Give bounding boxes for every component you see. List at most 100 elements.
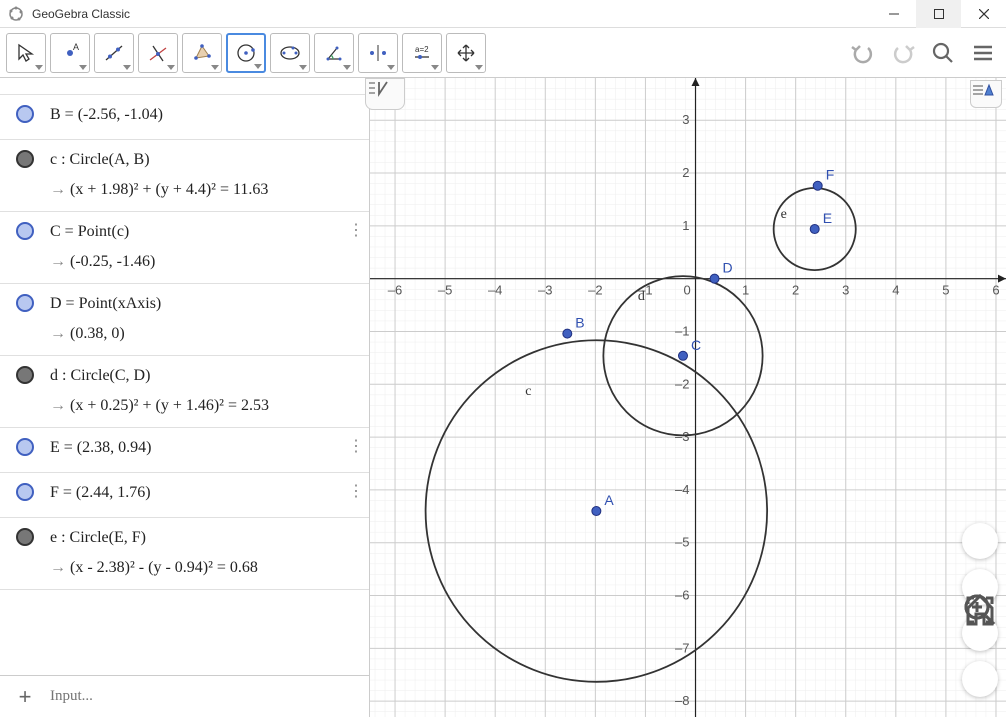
algebra-row[interactable]: e : Circle(E, F)→ (x - 2.38)² - (y - 0.9… (0, 518, 369, 590)
point-label-B: B (575, 315, 584, 331)
undo-button[interactable] (850, 40, 876, 66)
row-menu-button[interactable]: ⋮ (348, 436, 363, 456)
tool-conic[interactable] (270, 33, 310, 73)
svg-text:6: 6 (992, 283, 999, 298)
algebra-expression[interactable]: c : Circle(A, B)→ (x + 1.98)² + (y + 4.4… (50, 148, 369, 202)
circle-label-d: d (638, 289, 645, 304)
redo-button[interactable] (890, 40, 916, 66)
point-B[interactable] (563, 329, 572, 338)
graphics-style-button[interactable] (970, 80, 1002, 108)
titlebar: GeoGebra Classic (0, 0, 1006, 28)
svg-text:–7: –7 (675, 640, 689, 655)
circle-label-e: e (781, 207, 787, 222)
algebra-expression[interactable]: e : Circle(E, F)→ (x - 2.38)² - (y - 0.9… (50, 526, 369, 580)
svg-text:–2: –2 (675, 376, 689, 391)
toolbar: A a=2 (0, 28, 1006, 78)
algebra-row[interactable]: B = (-2.56, -1.04) (0, 95, 369, 140)
svg-text:–5: –5 (675, 535, 689, 550)
svg-text:–1: –1 (675, 323, 689, 338)
maximize-button[interactable] (916, 0, 961, 28)
svg-text:–3: –3 (675, 429, 689, 444)
point-E[interactable] (810, 225, 819, 234)
point-label-E: E (823, 210, 832, 226)
svg-text:a=2: a=2 (415, 45, 429, 54)
visibility-toggle[interactable] (16, 150, 34, 168)
point-label-F: F (826, 167, 835, 183)
svg-text:–6: –6 (388, 283, 402, 298)
tool-move[interactable] (6, 33, 46, 73)
app-icon (8, 6, 24, 22)
tool-reflect[interactable] (358, 33, 398, 73)
algebra-view: A = (-1.98, -4.4) B = (-2.56, -1.04) c : C… (0, 78, 370, 717)
row-menu-button[interactable]: ⋮ (348, 481, 363, 501)
visibility-toggle[interactable] (16, 528, 34, 546)
svg-text:–2: –2 (588, 283, 602, 298)
main-area: A = (-1.98, -4.4) B = (-2.56, -1.04) c : C… (0, 78, 1006, 717)
svg-text:1: 1 (742, 283, 749, 298)
app-title: GeoGebra Classic (32, 7, 871, 21)
visibility-toggle[interactable] (16, 294, 34, 312)
algebra-row[interactable]: d : Circle(C, D)→ (x + 0.25)² + (y + 1.4… (0, 356, 369, 428)
graph-canvas[interactable]: –6–5–4–3–2–10123456–8–7–6–5–4–3–2–1123cd… (370, 78, 1006, 717)
svg-text:3: 3 (682, 112, 689, 127)
algebra-expression[interactable]: A = (-1.98, -4.4) (50, 78, 369, 82)
algebra-expression[interactable]: d : Circle(C, D)→ (x + 0.25)² + (y + 1.4… (50, 364, 369, 418)
close-button[interactable] (961, 0, 1006, 28)
point-label-A: A (604, 492, 614, 508)
point-C[interactable] (678, 351, 687, 360)
algebra-expression[interactable]: C = Point(c)→ (-0.25, -1.46) (50, 220, 369, 274)
graphics-side-tools (962, 523, 998, 697)
point-label-C: C (691, 337, 701, 353)
svg-text:5: 5 (942, 283, 949, 298)
algebra-row[interactable]: E = (2.38, 0.94)⋮ (0, 428, 369, 473)
tool-line[interactable] (94, 33, 134, 73)
tool-angle[interactable] (314, 33, 354, 73)
svg-text:3: 3 (842, 283, 849, 298)
tool-move-view[interactable] (446, 33, 486, 73)
row-menu-button[interactable]: ⋮ (348, 220, 363, 240)
tool-circle[interactable] (226, 33, 266, 73)
algebra-row[interactable]: C = Point(c)→ (-0.25, -1.46)⋮ (0, 212, 369, 284)
graphics-view[interactable]: –6–5–4–3–2–10123456–8–7–6–5–4–3–2–1123cd… (370, 78, 1006, 717)
svg-text:–4: –4 (675, 482, 689, 497)
menu-button[interactable] (970, 40, 996, 66)
input-bar: + (0, 675, 369, 717)
algebra-expression[interactable]: F = (2.44, 1.76) (50, 481, 369, 505)
algebra-row[interactable]: A = (-1.98, -4.4) (0, 78, 369, 95)
visibility-toggle[interactable] (16, 222, 34, 240)
visibility-toggle[interactable] (16, 438, 34, 456)
algebra-expression[interactable]: D = Point(xAxis)→ (0.38, 0) (50, 292, 369, 346)
search-button[interactable] (930, 40, 956, 66)
point-label-D: D (723, 260, 733, 276)
visibility-toggle[interactable] (16, 366, 34, 384)
tool-slider[interactable]: a=2 (402, 33, 442, 73)
algebra-expression[interactable]: E = (2.38, 0.94) (50, 436, 369, 460)
visibility-toggle[interactable] (16, 105, 34, 123)
algebra-row[interactable]: F = (2.44, 1.76)⋮ (0, 473, 369, 518)
algebra-list[interactable]: A = (-1.98, -4.4) B = (-2.56, -1.04) c : C… (0, 78, 369, 675)
tool-perpendicular[interactable] (138, 33, 178, 73)
svg-text:–8: –8 (675, 693, 689, 708)
point-F[interactable] (813, 181, 822, 190)
algebra-expression[interactable]: B = (-2.56, -1.04) (50, 103, 369, 127)
toolbar-right (850, 32, 996, 74)
point-A[interactable] (592, 507, 601, 516)
algebra-row[interactable]: D = Point(xAxis)→ (0.38, 0) (0, 284, 369, 356)
svg-text:1: 1 (682, 218, 689, 233)
fullscreen-button[interactable] (962, 661, 998, 697)
svg-text:–4: –4 (488, 283, 502, 298)
visibility-toggle[interactable] (16, 483, 34, 501)
svg-text:A: A (73, 42, 79, 52)
tool-point[interactable]: A (50, 33, 90, 73)
minimize-button[interactable] (871, 0, 916, 28)
point-D[interactable] (710, 274, 719, 283)
svg-text:–3: –3 (538, 283, 552, 298)
add-button[interactable]: + (0, 684, 50, 710)
svg-text:–5: –5 (438, 283, 452, 298)
tool-polygon[interactable] (182, 33, 222, 73)
algebra-row[interactable]: c : Circle(A, B)→ (x + 1.98)² + (y + 4.4… (0, 140, 369, 212)
circle-label-c: c (525, 384, 531, 399)
algebra-toggle-handle[interactable] (365, 78, 405, 110)
svg-text:2: 2 (792, 283, 799, 298)
input-field[interactable] (50, 688, 369, 705)
